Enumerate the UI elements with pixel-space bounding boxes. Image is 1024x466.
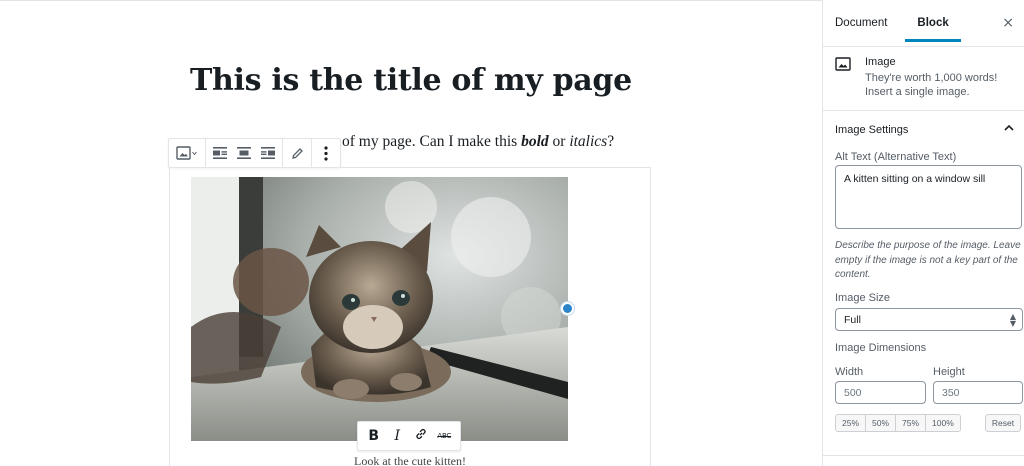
image-settings-title: Image Settings bbox=[835, 123, 909, 136]
alt-text-input[interactable]: A kitten sitting on a window sill bbox=[835, 165, 1022, 229]
paragraph-text-end: ? bbox=[607, 133, 615, 150]
caption-format-toolbar: B I ABC bbox=[357, 421, 461, 451]
close-icon[interactable]: × bbox=[1002, 15, 1014, 31]
block-card: Image They're worth 1,000 words! Insert … bbox=[823, 47, 1024, 111]
kitten-image[interactable] bbox=[191, 177, 568, 441]
alignment-group bbox=[206, 139, 283, 167]
image-block-type-icon bbox=[176, 146, 198, 160]
paragraph-italic-text: italics bbox=[569, 133, 608, 150]
percent-size-buttons: 25% 50% 75% 100% bbox=[835, 414, 961, 432]
more-options-button[interactable] bbox=[314, 140, 338, 166]
paragraph-block[interactable]: of my page. Can I make this bold or ital… bbox=[342, 133, 614, 151]
image-size-select[interactable]: Full ▲ ▼ bbox=[835, 308, 1023, 331]
link-icon bbox=[414, 428, 428, 445]
image-size-label: Image Size bbox=[835, 292, 891, 304]
width-label: Width bbox=[835, 366, 864, 378]
edit-image-button[interactable] bbox=[285, 140, 309, 166]
image-resize-handle[interactable] bbox=[561, 302, 574, 315]
italic-button[interactable]: I bbox=[386, 428, 408, 444]
settings-sidebar: Document Block × Image They're worth 1,0… bbox=[822, 0, 1024, 466]
image-dimensions-label: Image Dimensions bbox=[835, 342, 927, 354]
select-arrows-icon: ▲ ▼ bbox=[1009, 312, 1016, 328]
percent-100-button[interactable]: 100% bbox=[926, 415, 960, 431]
sidebar-tabs: Document Block × bbox=[823, 0, 1024, 47]
align-left-icon bbox=[213, 147, 227, 159]
percent-50-button[interactable]: 50% bbox=[866, 415, 897, 431]
chevron-up-icon bbox=[1004, 122, 1014, 134]
alt-text-label: Alt Text (Alternative Text) bbox=[835, 151, 957, 163]
percent-25-button[interactable]: 25% bbox=[836, 415, 867, 431]
height-label: Height bbox=[933, 366, 965, 378]
block-toolbar bbox=[168, 138, 341, 168]
image-settings-panel-toggle[interactable]: Image Settings bbox=[823, 111, 1024, 148]
width-input[interactable] bbox=[835, 381, 926, 404]
tab-document[interactable]: Document bbox=[823, 0, 899, 46]
alt-text-help: Describe the purpose of the image. Leave… bbox=[835, 240, 1021, 280]
block-type-switcher-button[interactable] bbox=[171, 140, 203, 166]
page-title[interactable]: This is the title of my page bbox=[190, 63, 632, 98]
block-card-description: They're worth 1,000 words! Insert a sing… bbox=[865, 72, 998, 98]
block-switcher-group bbox=[169, 139, 206, 167]
tab-block[interactable]: Block bbox=[905, 0, 962, 46]
image-size-value: Full bbox=[844, 313, 861, 326]
percent-75-button[interactable]: 75% bbox=[896, 415, 927, 431]
reset-size-button[interactable]: Reset bbox=[985, 414, 1021, 432]
more-group bbox=[312, 139, 340, 167]
edit-group bbox=[283, 139, 312, 167]
align-left-button[interactable] bbox=[208, 140, 232, 166]
editor-canvas: This is the title of my page of my page.… bbox=[0, 0, 822, 466]
align-right-icon bbox=[261, 147, 275, 159]
link-button[interactable] bbox=[410, 427, 432, 445]
align-center-button[interactable] bbox=[232, 140, 256, 166]
align-right-button[interactable] bbox=[256, 140, 280, 166]
image-icon bbox=[835, 57, 851, 74]
paragraph-text-middle: or bbox=[548, 133, 570, 150]
paragraph-bold-text: bold bbox=[521, 133, 549, 150]
block-card-title: Image bbox=[865, 56, 896, 68]
strikethrough-button[interactable]: ABC bbox=[433, 432, 455, 440]
bold-button[interactable]: B bbox=[363, 428, 385, 444]
more-options-icon bbox=[324, 145, 328, 161]
align-center-icon bbox=[237, 147, 251, 159]
height-input[interactable] bbox=[933, 381, 1023, 404]
panel-divider bbox=[823, 455, 1024, 456]
paragraph-text: of my page. Can I make this bbox=[342, 133, 522, 150]
image-caption[interactable]: Look at the cute kitten! bbox=[169, 454, 651, 466]
pencil-edit-icon bbox=[291, 147, 304, 160]
